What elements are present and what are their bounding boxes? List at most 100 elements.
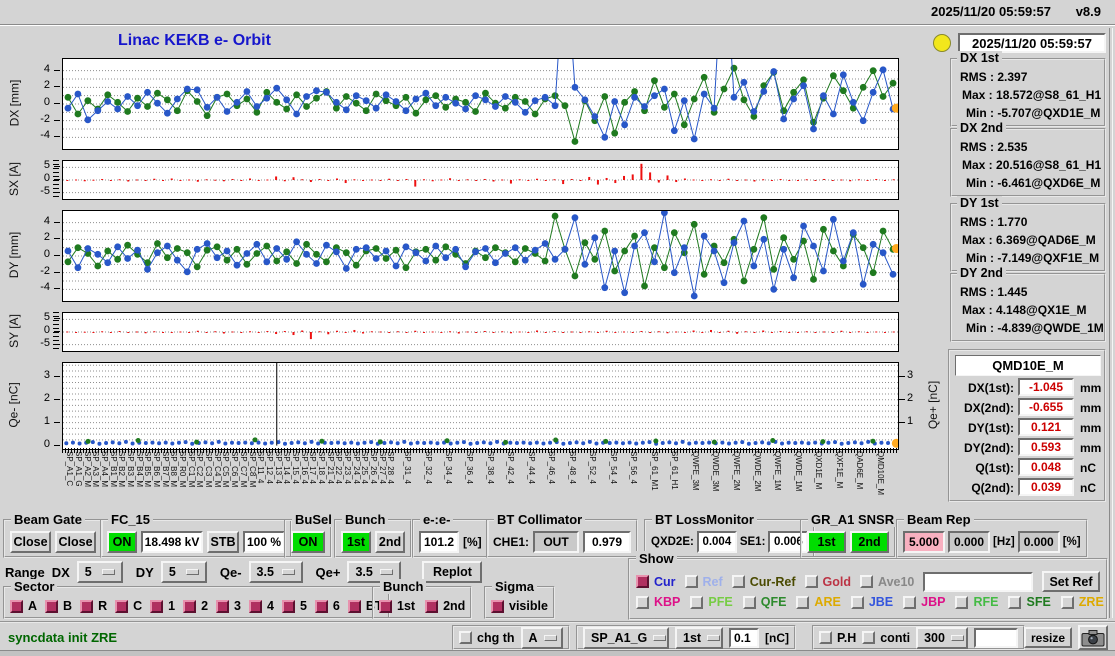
checkbox-item-pfe[interactable]: PFE [690, 595, 733, 609]
sp-select[interactable]: SP_A1_G [583, 626, 669, 649]
stat-rms: RMS : 1.770 [960, 215, 1028, 229]
ph-checkbox[interactable] [819, 631, 832, 644]
bunch-2nd-button[interactable]: 2nd [375, 530, 405, 553]
chg-th-check-item[interactable]: chg th [459, 631, 515, 645]
qmd-row-label: Q(1st): [975, 461, 1014, 475]
beam-gate-close-button-2[interactable]: Close [55, 530, 96, 553]
range-dx-select[interactable]: 5 [76, 561, 123, 583]
ph-check-item[interactable]: P.H [819, 631, 856, 645]
checkbox-item-qfe[interactable]: QFE [742, 595, 786, 609]
checkbox-item-rfe[interactable]: RFE [955, 595, 998, 609]
checkbox-item-cur-ref[interactable]: Cur-Ref [731, 575, 796, 589]
range-dx-label: DX [51, 564, 70, 580]
checkbox-item-1st[interactable]: 1st [379, 599, 415, 613]
bunch-select[interactable]: 1st [675, 626, 723, 649]
beam-rep-label: Beam Rep [904, 512, 974, 527]
checkbox-box[interactable] [281, 599, 295, 613]
checkbox-box[interactable] [636, 595, 649, 609]
checkbox-box[interactable] [10, 599, 23, 613]
checkbox-box[interactable] [1060, 595, 1074, 609]
checkbox-box[interactable] [684, 575, 698, 588]
checkbox-item-visible[interactable]: visible [491, 599, 548, 613]
fc15-on-button[interactable]: ON [107, 530, 137, 553]
checkbox-box[interactable] [314, 599, 328, 613]
checkbox-box[interactable] [216, 599, 230, 613]
chg-th-select[interactable]: A [520, 626, 563, 649]
range-qem-select[interactable]: 3.5 [248, 561, 303, 583]
checkbox-box[interactable] [248, 599, 262, 613]
checkbox-box[interactable] [183, 599, 197, 613]
checkbox-box[interactable] [636, 575, 649, 588]
gr-a1-1st-button[interactable]: 1st [807, 530, 846, 553]
checkbox-box[interactable] [731, 575, 745, 588]
checkbox-item-zre[interactable]: ZRE [1060, 595, 1104, 609]
checkbox-item-4[interactable]: 4 [248, 599, 274, 613]
checkbox-item-jbe[interactable]: JBE [850, 595, 893, 609]
chg-th-checkbox[interactable] [459, 631, 472, 644]
checkbox-box[interactable] [804, 575, 818, 588]
range-qem-label: Qe- [219, 564, 242, 580]
checkbox-item-2nd[interactable]: 2nd [425, 599, 465, 613]
fc15-stb-button[interactable]: STB [207, 530, 239, 553]
range-dy-select[interactable]: 5 [160, 561, 207, 583]
checkbox-box[interactable] [796, 595, 810, 609]
checkbox-box[interactable] [955, 595, 969, 609]
checkbox-item-ref[interactable]: Ref [684, 575, 723, 589]
conti-checkbox[interactable] [862, 631, 876, 644]
conti-check-item[interactable]: conti [862, 631, 910, 645]
threshold-input[interactable] [729, 627, 759, 648]
checkbox-item-gold[interactable]: Gold [804, 575, 851, 589]
checkbox-box[interactable] [690, 595, 704, 609]
checkbox-item-kbp[interactable]: KBP [636, 595, 680, 609]
stat-rms: RMS : 2.535 [960, 140, 1028, 154]
range-label: Range [5, 564, 45, 580]
checkbox-item-a[interactable]: A [10, 599, 37, 613]
checkbox-item-cur[interactable]: Cur [636, 575, 676, 589]
checkbox-item-b[interactable]: B [45, 599, 72, 613]
count-select[interactable]: 300 [916, 626, 969, 649]
checkbox-box[interactable] [150, 599, 164, 613]
stats-dy-1st-title: DY 1st [957, 196, 1002, 210]
resize-button[interactable]: resize [1024, 627, 1072, 648]
checkbox-box[interactable] [80, 599, 94, 613]
replot-button[interactable]: Replot [422, 561, 483, 583]
beam-gate-close-button-1[interactable]: Close [10, 530, 51, 553]
checkbox-box[interactable] [742, 595, 756, 609]
checkbox-item-jbp[interactable]: JBP [903, 595, 945, 609]
checkbox-box[interactable] [347, 599, 361, 613]
fc15-label: FC_15 [108, 512, 154, 527]
checkbox-box[interactable] [379, 599, 392, 613]
checkbox-item-ave10[interactable]: Ave10 [860, 575, 914, 589]
checkbox-box[interactable] [425, 599, 439, 613]
checkbox-item-2[interactable]: 2 [183, 599, 208, 613]
checkbox-box[interactable] [115, 599, 129, 613]
checkbox-box[interactable] [860, 575, 873, 588]
checkbox-item-are[interactable]: ARE [796, 595, 841, 609]
checkbox-box[interactable] [45, 599, 59, 613]
bunch-1st-button[interactable]: 1st [341, 530, 371, 553]
checkbox-item-1[interactable]: 1 [150, 599, 175, 613]
checkbox-item-5[interactable]: 5 [281, 599, 307, 613]
snapshot-button[interactable] [1078, 625, 1108, 650]
beam-rep-set: 5.000 [903, 530, 945, 553]
checkbox-item-c[interactable]: C [115, 599, 142, 613]
checkbox-box[interactable] [491, 599, 504, 613]
ref-name-input[interactable] [923, 571, 1033, 592]
stat-min: Min : -4.839@QWDE_1M [966, 321, 1104, 335]
qmd-row-value: 0.048 [1018, 458, 1074, 476]
checkbox-item-sfe[interactable]: SFE [1008, 595, 1051, 609]
extra-input[interactable] [974, 627, 1019, 648]
checkbox-item-r[interactable]: R [80, 599, 107, 613]
checkbox-box[interactable] [1008, 595, 1022, 609]
stats-dy-2nd: DY 2nd RMS : 1.445 Max : 4.148@QX1E_M Mi… [950, 266, 1106, 342]
busel-on-button[interactable]: ON [291, 530, 325, 553]
gr-a1-2nd-button[interactable]: 2nd [850, 530, 889, 553]
qmd-row-label: DY(1st): [967, 421, 1014, 435]
checkbox-item-3[interactable]: 3 [216, 599, 241, 613]
checkbox-item-6[interactable]: 6 [314, 599, 340, 613]
status-bar: syncdata init ZRE chg th A SP_A1_G 1st [… [0, 621, 1115, 652]
checkbox-box[interactable] [850, 595, 864, 609]
set-ref-button[interactable]: Set Ref [1042, 571, 1100, 592]
application-window: 2025/11/20 05:59:57 v8.9 Linac KEKB e- O… [0, 0, 1115, 656]
checkbox-box[interactable] [903, 595, 917, 609]
